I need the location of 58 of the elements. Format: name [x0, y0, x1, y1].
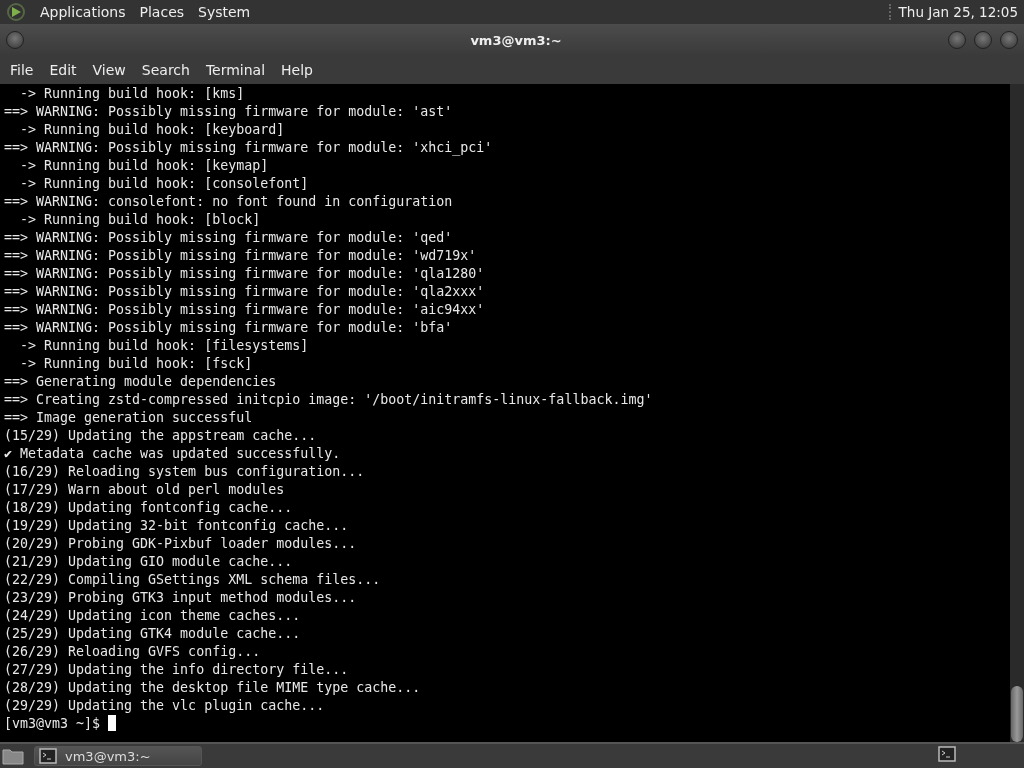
terminal-line: (22/29) Compiling GSettings XML schema files...	[4, 571, 382, 589]
terminal-line: (15/29) Updating the appstream cache...	[4, 427, 318, 445]
terminal-line: (27/29) Updating the info directory file...	[4, 661, 350, 679]
menu-item[interactable]: Terminal	[199, 62, 272, 78]
window-title: vm3@vm3:~	[469, 32, 562, 48]
menu-item[interactable]: Edit	[43, 62, 83, 78]
terminal-line: ==> Generating module dependencies	[4, 373, 278, 391]
window-menu-button[interactable]	[6, 31, 24, 49]
terminal-line: (19/29) Updating 32-bit fontconfig cache...	[4, 517, 350, 535]
terminal-line: -> Running build hook: [keymap]	[19, 157, 270, 175]
terminal-line: ==> WARNING: Possibly missing firmware for module: 'qla2xxx'	[4, 283, 486, 301]
maximize-button[interactable]	[974, 31, 992, 49]
terminal-line: ==> WARNING: Possibly missing firmware for module: 'qed'	[4, 229, 454, 247]
terminal-line: (28/29) Updating the desktop file MIME type cache...	[4, 679, 422, 697]
menu-item[interactable]: Help	[275, 62, 319, 78]
terminal-line: (24/29) Updating icon theme caches...	[4, 607, 302, 625]
scroll-thumb[interactable]	[1011, 686, 1023, 742]
terminal-line: ==> WARNING: Possibly missing firmware for module: 'ast'	[4, 103, 454, 121]
terminal-line: (25/29) Updating GTK4 module cache...	[4, 625, 302, 643]
terminal-line: ==> WARNING: Possibly missing firmware for module: 'xhci_pci'	[4, 139, 494, 157]
terminal-line: -> Running build hook: [fsck]	[19, 355, 254, 373]
terminal-line: ==> WARNING: Possibly missing firmware for module: 'bfa'	[4, 319, 454, 337]
shell-prompt: [vm3@vm3 ~]$	[4, 716, 101, 731]
terminal-line: ==> Creating zstd-compressed initcpio image: '/boot/initramfs-linux-fallback.img'	[4, 391, 654, 409]
menu-item[interactable]: Search	[135, 62, 196, 78]
clock[interactable]: Thu Jan 25, 12:05	[888, 4, 1018, 20]
terminal-line: -> Running build hook: [kms]	[19, 85, 246, 103]
terminal-line: -> Running build hook: [block]	[19, 211, 262, 229]
taskbar-button[interactable]: vm3@vm3:~	[34, 746, 202, 766]
terminal-icon	[39, 748, 57, 764]
folder-icon[interactable]	[2, 747, 24, 765]
workspace-icon	[938, 746, 956, 762]
menu-item[interactable]: View	[86, 62, 132, 78]
minimize-button[interactable]	[948, 31, 966, 49]
terminal-line: (21/29) Updating GIO module cache...	[4, 553, 294, 571]
terminal-line: ==> WARNING: Possibly missing firmware for module: 'qla1280'	[4, 265, 486, 283]
terminal-line: ✔ Metadata cache was updated successfully.	[4, 445, 342, 463]
panel-menu[interactable]: Places	[139, 4, 185, 20]
panel-menu[interactable]: System	[198, 4, 251, 20]
terminal-line: (18/29) Updating fontconfig cache...	[4, 499, 294, 517]
terminal-line: (20/29) Probing GDK-Pixbuf loader modules...	[4, 535, 358, 553]
terminal-line: -> Running build hook: [consolefont]	[19, 175, 310, 193]
terminal-line: ==> Image generation successful	[4, 409, 254, 427]
menu-item[interactable]: File	[4, 62, 40, 78]
text-cursor	[108, 715, 117, 731]
terminal-line: (17/29) Warn about old perl modules	[4, 481, 286, 499]
terminal-line: -> Running build hook: [filesystems]	[19, 337, 310, 355]
close-button[interactable]	[1000, 31, 1018, 49]
terminal-line: ==> WARNING: Possibly missing firmware for module: 'wd719x'	[4, 247, 478, 265]
terminal-line: (16/29) Reloading system bus configuration...	[4, 463, 366, 481]
terminal-line: -> Running build hook: [keyboard]	[19, 121, 286, 139]
terminal-line: (26/29) Reloading GVFS config...	[4, 643, 262, 661]
terminal-line: ==> WARNING: Possibly missing firmware for module: 'aic94xx'	[4, 301, 486, 319]
logo-icon[interactable]	[6, 2, 26, 22]
terminal-line: (23/29) Probing GTK3 input method modules...	[4, 589, 358, 607]
terminal-line: (29/29) Updating the vlc plugin cache...	[4, 697, 326, 715]
panel-menu[interactable]: Applications	[40, 4, 126, 20]
terminal-line: ==> WARNING: consolefont: no font found in configuration	[4, 193, 454, 211]
